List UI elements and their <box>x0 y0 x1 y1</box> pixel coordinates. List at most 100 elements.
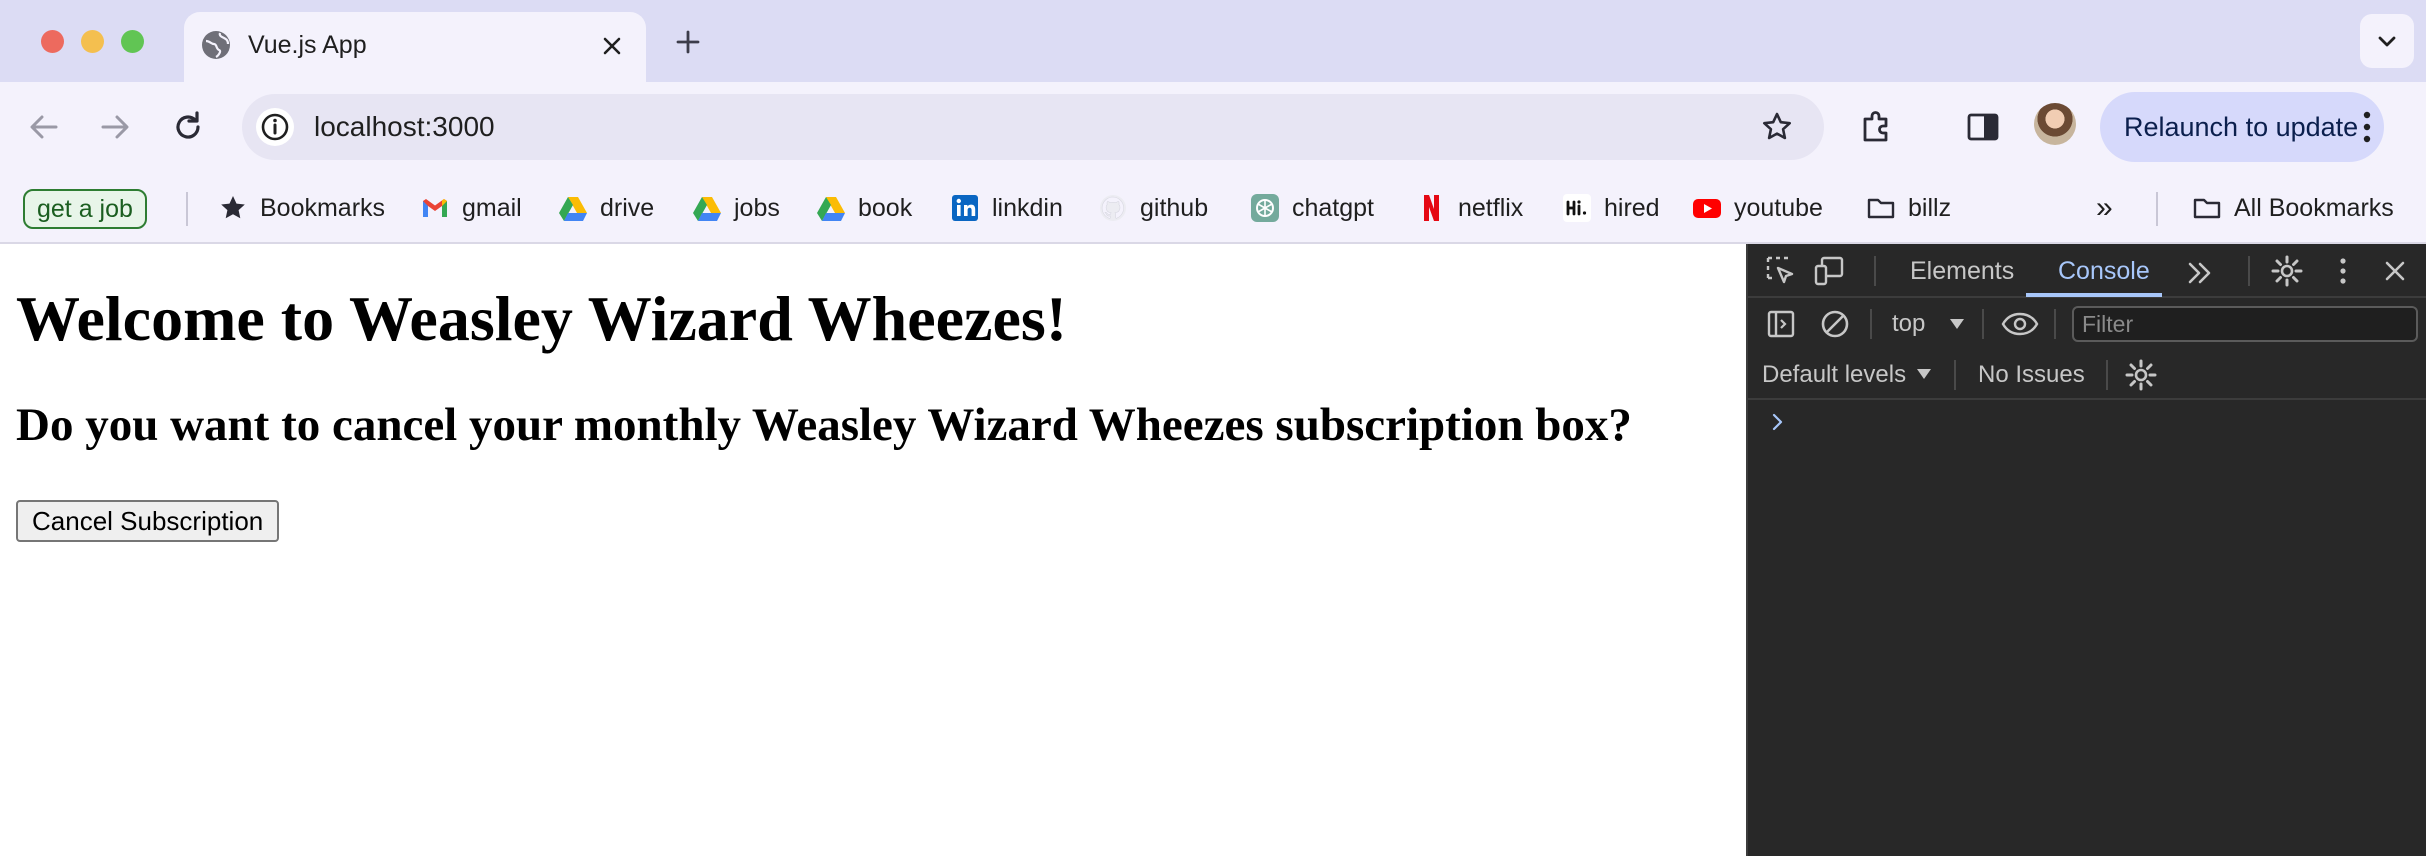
tab-strip: Vue.js App <box>0 0 2426 82</box>
more-tabs-chevron-icon[interactable] <box>2184 256 2218 290</box>
bookmark-github[interactable]: github <box>1098 190 1208 226</box>
bookmark-label: linkdin <box>992 193 1063 222</box>
active-tab-indicator <box>2026 293 2162 297</box>
linkedin-icon <box>952 195 978 221</box>
devtools-panel: Elements Console top Filter Default leve… <box>1746 244 2426 856</box>
youtube-icon <box>1693 199 1721 218</box>
devtools-divider <box>2248 256 2250 286</box>
new-tab-icon[interactable] <box>670 24 706 60</box>
double-chevron-icon: » <box>2096 191 2113 224</box>
bookmark-billz[interactable]: billz <box>1866 190 1951 226</box>
bookmark-bookmarks[interactable]: Bookmarks <box>218 190 385 226</box>
github-icon <box>1100 195 1126 221</box>
log-levels-label: Default levels <box>1762 361 1907 388</box>
caret-down-icon <box>1950 319 1964 329</box>
page-subtitle: Do you want to cancel your monthly Weasl… <box>16 399 1632 451</box>
device-toolbar-icon[interactable] <box>1812 254 1846 288</box>
chevron-down-icon <box>2378 36 2396 47</box>
bookmark-chatgpt[interactable]: chatgpt <box>1250 190 1374 226</box>
console-settings-gear-icon[interactable] <box>2124 358 2158 392</box>
console-filter-input[interactable] <box>2074 308 2416 340</box>
back-arrow-icon[interactable] <box>24 107 64 147</box>
bookmark-drive[interactable]: drive <box>558 190 654 226</box>
bookmarks-divider <box>186 192 188 226</box>
devtools-divider <box>2054 309 2056 339</box>
close-devtools-icon[interactable] <box>2378 254 2412 288</box>
folder-icon <box>1867 198 1895 219</box>
site-info-button[interactable] <box>256 108 294 146</box>
netflix-icon <box>1424 195 1439 221</box>
devtools-divider <box>1870 309 1872 339</box>
bookmarks-overflow-button[interactable]: » <box>2096 190 2113 226</box>
cancel-subscription-button[interactable]: Cancel Subscription <box>16 500 280 542</box>
page-viewport: Welcome to Weasley Wizard Wheezes! Do yo… <box>0 244 1746 856</box>
log-levels-dropdown[interactable]: Default levels <box>1762 360 1942 390</box>
browser-tab[interactable]: Vue.js App <box>184 12 646 82</box>
close-window-button[interactable] <box>41 30 64 53</box>
bookmark-label: book <box>858 193 913 222</box>
devtools-tab-bar: Elements Console <box>1748 244 2426 298</box>
tab-console[interactable]: Console <box>2058 256 2150 286</box>
browser-toolbar: localhost:3000 Relaunch to update <box>0 82 2426 172</box>
google-drive-icon <box>559 197 587 221</box>
forward-arrow-icon[interactable] <box>95 107 135 147</box>
maximize-window-button[interactable] <box>121 30 144 53</box>
settings-gear-icon[interactable] <box>2270 254 2304 288</box>
profile-avatar[interactable] <box>2034 103 2076 145</box>
minimize-window-button[interactable] <box>81 30 104 53</box>
bookmark-label: gmail <box>462 193 522 222</box>
inspect-element-icon[interactable] <box>1764 254 1798 288</box>
tab-title: Vue.js App <box>248 31 367 59</box>
tab-elements[interactable]: Elements <box>1910 256 2014 286</box>
bookmark-netflix[interactable]: netflix <box>1416 190 1523 226</box>
bookmark-label: youtube <box>1734 193 1823 222</box>
live-expression-eye-icon[interactable] <box>2000 307 2040 341</box>
console-prompt-chevron-icon[interactable] <box>1770 410 1786 434</box>
google-drive-icon <box>817 197 845 221</box>
bookmark-book[interactable]: book <box>816 190 912 226</box>
console-sidebar-icon[interactable] <box>1764 307 1798 341</box>
url-port: :3000 <box>424 111 495 142</box>
more-vertical-icon[interactable] <box>2326 254 2360 288</box>
bookmark-get-a-job[interactable]: get a job <box>23 189 147 229</box>
context-label: top <box>1892 310 1926 337</box>
relaunch-button[interactable]: Relaunch to update <box>2100 92 2384 162</box>
console-toolbar: top <box>1748 298 2426 350</box>
bookmark-youtube[interactable]: youtube <box>1692 190 1823 226</box>
bookmark-label: netflix <box>1458 193 1524 222</box>
all-bookmarks-button[interactable]: All Bookmarks <box>2192 190 2394 226</box>
globe-icon <box>202 31 230 59</box>
devtools-divider <box>2106 360 2108 390</box>
clear-console-icon[interactable] <box>1818 307 1852 341</box>
bookmark-jobs[interactable]: jobs <box>692 190 780 226</box>
hired-icon <box>1563 194 1591 222</box>
more-vertical-icon <box>2363 111 2371 143</box>
devtools-divider <box>1982 309 1984 339</box>
tab-search-button[interactable] <box>2360 14 2414 68</box>
bookmark-star-icon[interactable] <box>1760 110 1794 144</box>
bookmark-linkdin[interactable]: linkdin <box>950 190 1063 226</box>
address-bar[interactable]: localhost:3000 <box>242 94 1824 160</box>
reload-icon[interactable] <box>168 107 208 147</box>
folder-icon <box>2193 198 2221 219</box>
close-tab-icon[interactable] <box>598 32 626 60</box>
bookmark-label: github <box>1140 193 1209 222</box>
bookmark-gmail[interactable]: gmail <box>420 190 522 226</box>
page-title: Welcome to Weasley Wizard Wheezes! <box>16 283 1068 354</box>
bookmarks-divider <box>2156 192 2158 226</box>
all-bookmarks-label: All Bookmarks <box>2234 193 2394 222</box>
bookmark-label: billz <box>1908 193 1952 222</box>
bookmarks-bar: get a job Bookmarks gmail drive jobs boo… <box>0 172 2426 244</box>
bookmark-label: Bookmarks <box>260 193 386 222</box>
bookmark-label: hired <box>1604 193 1660 222</box>
bookmark-label: drive <box>600 193 655 222</box>
bookmark-label: chatgpt <box>1292 193 1375 222</box>
bookmark-hired[interactable]: hired <box>1562 190 1660 226</box>
url-text: localhost:3000 <box>314 109 495 145</box>
issues-counter[interactable]: No Issues <box>1978 360 2085 390</box>
side-panel-icon[interactable] <box>1962 106 2004 148</box>
url-host: localhost <box>314 111 425 142</box>
console-filter-field[interactable] <box>2072 306 2418 342</box>
extensions-icon[interactable] <box>1856 106 1898 148</box>
caret-down-icon <box>1917 369 1931 379</box>
